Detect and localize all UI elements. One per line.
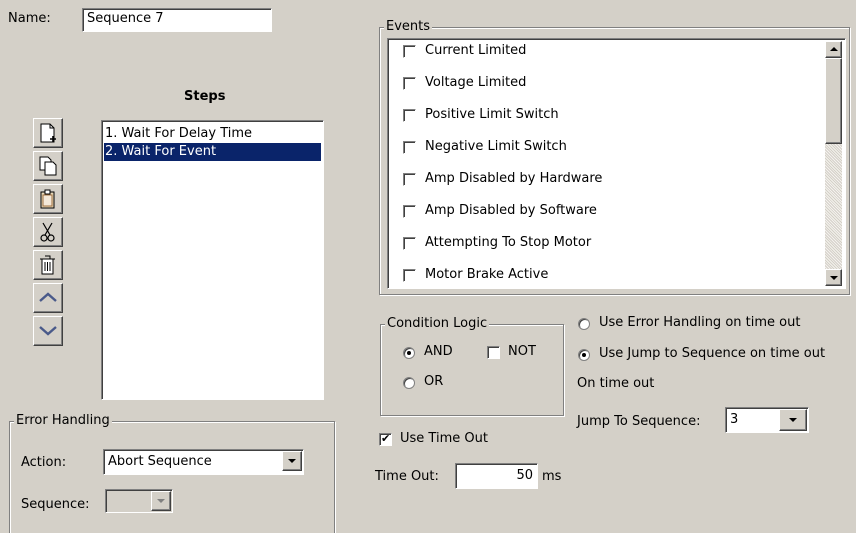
and-label: AND <box>424 344 453 359</box>
new-document-icon <box>40 123 56 143</box>
event-label: Amp Disabled by Hardware <box>425 171 603 186</box>
chevron-down-icon <box>39 326 57 336</box>
move-down-button[interactable] <box>33 316 63 346</box>
radio-selected-dot <box>407 351 411 355</box>
events-list[interactable]: Current Limited Voltage Limited Positive… <box>387 38 846 289</box>
scroll-thumb[interactable] <box>825 58 842 144</box>
use-time-out-label: Use Time Out <box>400 431 488 446</box>
error-handling-title: Error Handling <box>14 413 112 428</box>
time-out-label: Time Out: <box>375 469 439 484</box>
on-time-out-label: On time out <box>577 376 655 391</box>
not-label: NOT <box>508 344 536 359</box>
error-handling-group: Error Handling <box>9 413 335 533</box>
use-error-handling-label: Use Error Handling on time out <box>599 315 801 330</box>
condition-logic-group: Condition Logic <box>380 316 564 416</box>
cut-step-button[interactable] <box>33 217 63 247</box>
event-checkbox[interactable] <box>403 173 416 186</box>
sequence-dropdown-button[interactable] <box>151 491 171 511</box>
event-label: Negative Limit Switch <box>425 139 567 154</box>
sequence-label: Sequence: <box>21 497 90 512</box>
copy-icon <box>39 156 57 176</box>
use-jump-label: Use Jump to Sequence on time out <box>599 346 826 361</box>
event-checkbox[interactable] <box>403 269 416 282</box>
event-label: Attempting To Stop Motor <box>425 235 592 250</box>
action-dropdown-button[interactable] <box>282 451 302 471</box>
chevron-down-icon <box>288 459 296 463</box>
event-label: Current Limited <box>425 43 527 58</box>
events-title: Events <box>384 19 433 34</box>
time-out-input[interactable]: 50 <box>455 463 538 489</box>
use-error-handling-radio[interactable] <box>578 318 590 330</box>
action-select[interactable]: Abort Sequence <box>103 449 304 475</box>
arrow-up-icon <box>830 47 838 51</box>
action-value: Abort Sequence <box>108 454 212 469</box>
event-checkbox[interactable] <box>403 205 416 218</box>
delete-step-button[interactable] <box>33 250 63 280</box>
condition-logic-title: Condition Logic <box>385 316 490 331</box>
steps-title: Steps <box>184 89 226 104</box>
checkmark-icon: ✔ <box>381 432 391 445</box>
steps-list[interactable]: 1. Wait For Delay Time 2. Wait For Event <box>101 120 324 400</box>
clipboard-icon <box>40 189 55 209</box>
events-scrollbar[interactable] <box>825 41 842 286</box>
event-checkbox[interactable] <box>403 109 416 122</box>
not-checkbox[interactable] <box>487 346 500 359</box>
paste-step-button[interactable] <box>33 184 63 214</box>
time-out-unit: ms <box>542 469 562 484</box>
arrow-down-icon <box>830 276 838 280</box>
event-checkbox[interactable] <box>403 141 416 154</box>
trash-icon <box>40 255 55 275</box>
chevron-up-icon <box>39 292 57 302</box>
event-checkbox[interactable] <box>403 45 416 58</box>
and-radio[interactable] <box>403 347 415 359</box>
action-label: Action: <box>21 455 67 470</box>
new-step-button[interactable] <box>33 118 63 148</box>
list-item[interactable]: 2. Wait For Event <box>104 143 321 161</box>
jump-to-sequence-value: 3 <box>730 412 739 427</box>
sequence-select[interactable] <box>105 489 173 513</box>
event-label: Amp Disabled by Software <box>425 203 597 218</box>
event-checkbox[interactable] <box>403 237 416 250</box>
event-checkbox[interactable] <box>403 77 416 90</box>
event-label: Voltage Limited <box>425 75 527 90</box>
name-label: Name: <box>8 11 51 26</box>
use-jump-radio[interactable] <box>578 349 590 361</box>
copy-step-button[interactable] <box>33 151 63 181</box>
chevron-down-icon <box>789 418 797 422</box>
scroll-up-button[interactable] <box>825 41 842 58</box>
or-label: OR <box>424 374 444 389</box>
jump-to-sequence-select[interactable]: 3 <box>725 407 809 433</box>
use-time-out-checkbox[interactable]: ✔ <box>379 433 392 446</box>
jump-to-sequence-label: Jump To Sequence: <box>577 414 701 429</box>
name-input[interactable]: Sequence 7 <box>82 8 272 32</box>
or-radio[interactable] <box>403 377 415 389</box>
event-label: Motor Brake Active <box>425 267 549 282</box>
chevron-down-icon <box>157 499 165 503</box>
list-item[interactable]: 1. Wait For Delay Time <box>104 125 321 143</box>
radio-selected-dot <box>582 353 586 357</box>
event-label: Positive Limit Switch <box>425 107 559 122</box>
move-up-button[interactable] <box>33 283 63 313</box>
scissors-icon <box>40 222 55 242</box>
scroll-down-button[interactable] <box>825 269 842 286</box>
jump-dropdown-button[interactable] <box>779 409 807 431</box>
